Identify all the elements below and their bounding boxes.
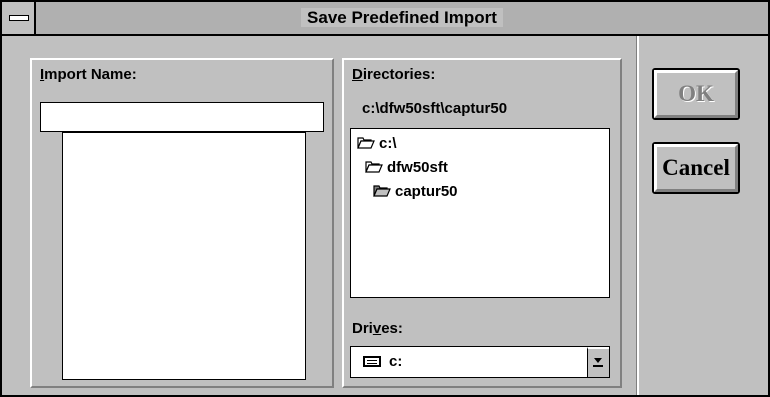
cancel-button[interactable]: Cancel [652, 142, 740, 194]
current-directory-path: c:\dfw50sft\captur50 [362, 100, 508, 117]
window-title-text: Save Predefined Import [301, 8, 503, 27]
directory-item-root[interactable]: c:\ [357, 133, 397, 153]
directories-label: Directories: [352, 66, 436, 83]
drives-label: Drives: [352, 320, 403, 337]
drives-selected-value: c: [389, 353, 403, 370]
button-column [636, 36, 639, 395]
directory-item-dfw50sft[interactable]: dfw50sft [365, 157, 448, 177]
folder-open-selected-icon [373, 185, 391, 197]
import-name-list[interactable] [62, 132, 306, 380]
folder-open-icon [357, 137, 375, 149]
hard-drive-icon [363, 356, 381, 367]
directories-list[interactable]: c:\ dfw50sft captur50 [350, 128, 610, 298]
directory-item-captur50[interactable]: captur50 [373, 181, 458, 201]
directories-panel: Directories: c:\dfw50sft\captur50 c:\ df… [342, 58, 622, 388]
ok-button[interactable]: OK [652, 68, 740, 120]
window-title: Save Predefined Import [36, 2, 768, 34]
chevron-down-icon [593, 358, 603, 367]
title-bar: Save Predefined Import [2, 2, 768, 36]
import-name-label: Import Name: [40, 66, 137, 83]
ok-button-label: OK [654, 70, 738, 118]
directory-item-label: dfw50sft [387, 158, 448, 176]
directory-item-label: captur50 [395, 182, 458, 200]
drives-dropdown[interactable]: c: [350, 346, 610, 378]
directory-item-label: c:\ [379, 134, 397, 152]
import-name-input[interactable] [40, 102, 324, 132]
import-name-panel: Import Name: [30, 58, 334, 388]
save-predefined-import-dialog: Save Predefined Import Import Name: Dire… [0, 0, 770, 397]
drives-dropdown-button[interactable] [587, 347, 609, 377]
system-menu-icon [9, 15, 29, 21]
system-menu-button[interactable] [2, 2, 36, 34]
folder-open-icon [365, 161, 383, 173]
cancel-button-label: Cancel [654, 144, 738, 192]
